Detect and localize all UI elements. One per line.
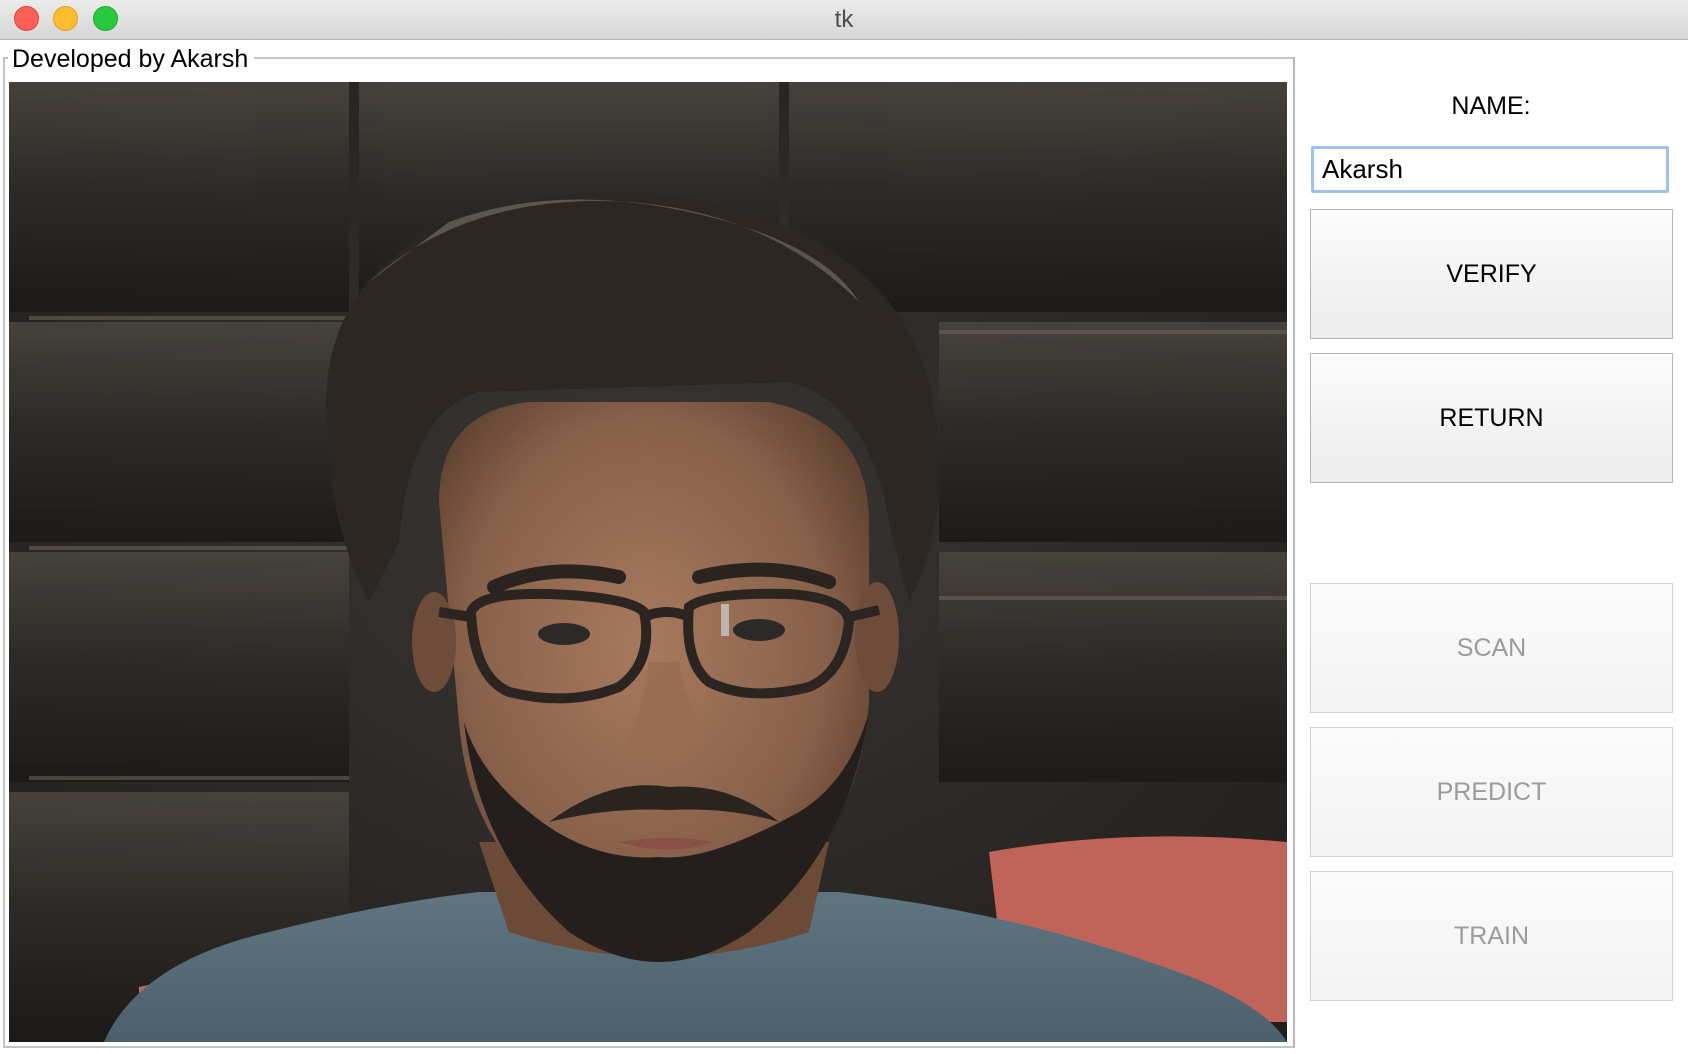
title-bar: tk (0, 0, 1688, 40)
name-input[interactable] (1311, 146, 1669, 193)
return-button[interactable]: RETURN (1310, 353, 1673, 483)
predict-button[interactable]: PREDICT (1310, 727, 1673, 857)
train-button[interactable]: TRAIN (1310, 871, 1673, 1001)
scan-button[interactable]: SCAN (1310, 583, 1673, 713)
window-title: tk (834, 6, 854, 33)
labelframe-legend: Developed by Akarsh (8, 44, 255, 74)
name-label: NAME: (1451, 92, 1531, 120)
verify-button[interactable]: VERIFY (1310, 209, 1673, 339)
webcam-feed (9, 82, 1287, 1042)
webcam-frame-image (9, 82, 1287, 1042)
